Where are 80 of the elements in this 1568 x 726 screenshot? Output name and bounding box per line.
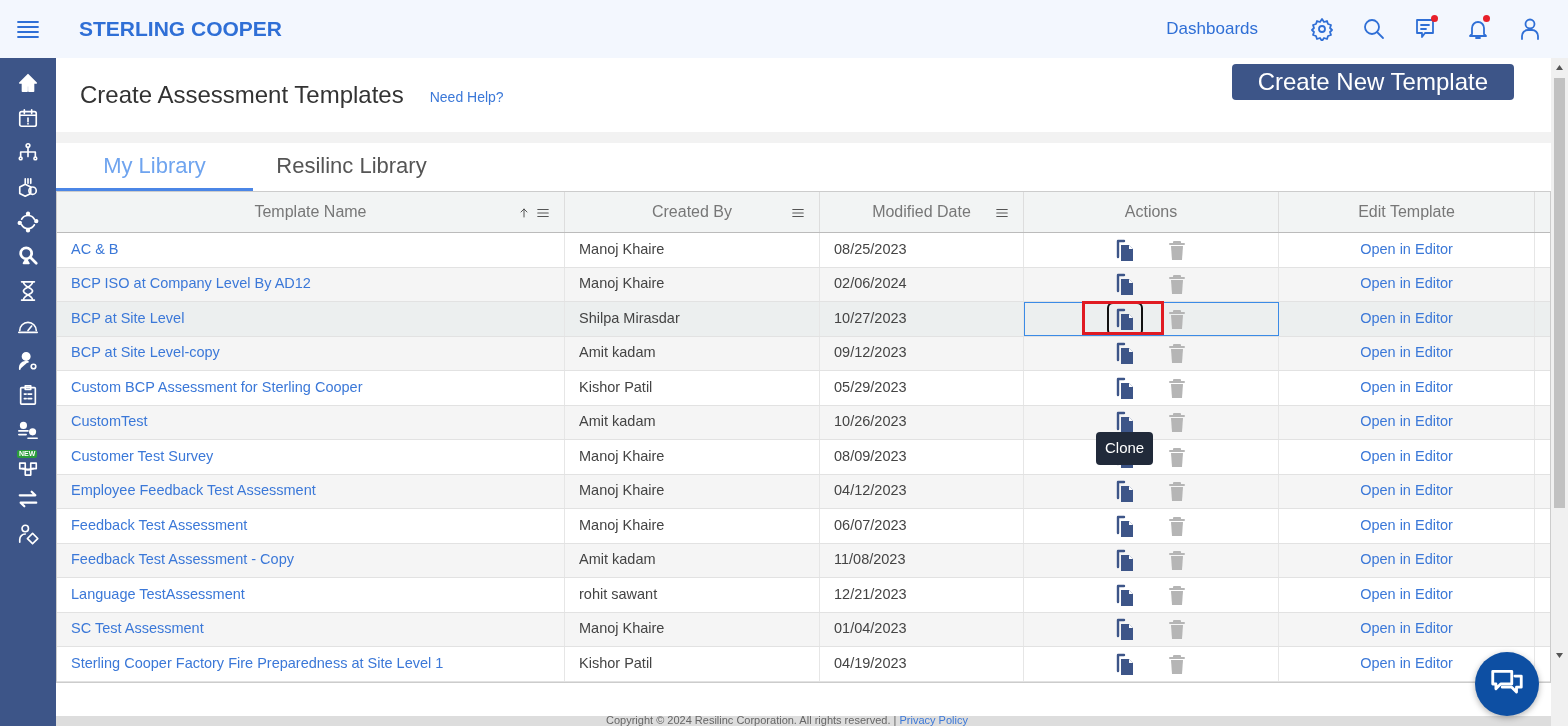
table-cell: Amit kadam [565,405,820,439]
table-cell: 08/09/2023 [820,440,1024,474]
template-link[interactable]: Language TestAssessment [71,583,245,606]
table-row[interactable]: Sterling Cooper Factory Fire Preparedness at Site Level 1 Kishor Patil 04/19/2023 Open in Editor [57,647,1550,682]
template-link[interactable]: SC Test Assessment [71,618,204,641]
tab[interactable]: Resilinc Library [253,143,450,191]
open-editor-link[interactable]: Open in Editor [1360,445,1453,468]
template-link[interactable]: BCP at Site Level [71,307,185,330]
table-row[interactable]: SC Test Assessment Manoj Khaire 01/04/2023 Open in Editor [57,612,1550,647]
table-cell: Kishor Patil [565,647,820,681]
help-link[interactable]: Need Help? [429,86,504,108]
table-row[interactable]: BCP ISO at Company Level By AD12 Manoj Khaire 02/06/2024 Open in Editor [57,267,1550,302]
template-link[interactable]: Customer Test Survey [71,445,214,468]
template-link[interactable]: Feedback Test Assessment [71,514,248,537]
open-editor-link[interactable]: Open in Editor [1360,238,1453,261]
create-template-button[interactable]: Create New Template [1231,64,1514,100]
table-row[interactable]: Employee Feedback Test Assessment Manoj Khaire 04/12/2023 Open in Editor [57,474,1550,509]
table-cell: Manoj Khaire [565,233,820,267]
brand-name: STERLING COOPER [79,16,283,43]
table-row[interactable]: CustomTest Amit kadam 10/26/2023 Open in Editor [57,405,1550,440]
template-link[interactable]: BCP at Site Level-copy [71,342,220,365]
column-header[interactable]: Edit Template [1358,200,1455,224]
table-cell: 05/29/2023 [820,371,1024,405]
column-header[interactable]: Modified Date [872,200,971,224]
column-header[interactable]: Created By [651,200,732,224]
open-editor-link[interactable]: Open in Editor [1360,273,1453,296]
table-row[interactable]: Custom BCP Assessment for Sterling Cooper Kishor Patil 05/29/2023 Open in Editor [57,371,1550,406]
clone-icon[interactable] [1109,303,1141,334]
template-link[interactable]: Employee Feedback Test Assessment [71,480,316,503]
table-cell: Manoj Khaire [565,509,820,543]
open-editor-link[interactable]: Open in Editor [1360,307,1453,330]
table-cell: 01/04/2023 [820,612,1024,646]
table-cell: 02/06/2024 [820,267,1024,301]
table-cell: Shilpa Mirasdar [565,302,820,336]
column-header[interactable]: Template Name [254,200,367,224]
table-cell: Amit kadam [565,336,820,370]
settings-icon[interactable] [1308,15,1336,43]
table-cell: 10/27/2023 [820,302,1024,336]
table-row[interactable]: Feedback Test Assessment Manoj Khaire 06/07/2023 Open in Editor [57,509,1550,544]
table-cell: 04/19/2023 [820,647,1024,681]
table-cell: 04/12/2023 [820,474,1024,508]
column-header[interactable]: Actions [1124,200,1178,224]
table-cell: Manoj Khaire [565,612,820,646]
table-row[interactable]: AC & B Manoj Khaire 08/25/2023 Open in Editor [57,233,1550,268]
table-row[interactable]: Language TestAssessment rohit sawant 12/21/2023 Open in Editor [57,578,1550,613]
table-row[interactable]: Feedback Test Assessment - Copy Amit kadam 11/08/2023 Open in Editor [57,543,1550,578]
open-editor-link[interactable]: Open in Editor [1360,342,1453,365]
dashboards-link[interactable]: Dashboards [1166,16,1258,42]
template-link[interactable]: Sterling Cooper Factory Fire Preparedness at Site Level 1 [71,652,444,675]
table-cell: 10/26/2023 [820,405,1024,439]
table-cell: rohit sawant [565,578,820,612]
table-row[interactable]: BCP at Site Level Shilpa Mirasdar 10/27/2023 Open in Editor [57,302,1550,337]
table-cell: 08/25/2023 [820,233,1024,267]
table-row[interactable]: BCP at Site Level-copy Amit kadam 09/12/2023 Open in Editor [57,336,1550,371]
table-cell: 11/08/2023 [820,543,1024,577]
table-cell: 06/07/2023 [820,509,1024,543]
open-editor-link[interactable]: Open in Editor [1360,514,1453,537]
open-editor-link[interactable]: Open in Editor [1360,376,1453,399]
page-title: Create Assessment Templates [80,80,404,110]
table-cell: 09/12/2023 [820,336,1024,370]
open-editor-link[interactable]: Open in Editor [1360,583,1453,606]
table-cell: Kishor Patil [565,371,820,405]
template-link[interactable]: AC & B [71,238,119,261]
template-link[interactable]: CustomTest [71,411,148,434]
table-cell: Manoj Khaire [565,267,820,301]
tooltip: Clone [1096,432,1154,465]
table-cell: 12/21/2023 [820,578,1024,612]
template-link[interactable]: BCP ISO at Company Level By AD12 [71,273,311,296]
privacy-link[interactable]: Privacy Policy [899,714,968,726]
open-editor-link[interactable]: Open in Editor [1360,652,1453,675]
table-cell: Amit kadam [565,543,820,577]
open-editor-link[interactable]: Open in Editor [1360,549,1453,572]
open-editor-link[interactable]: Open in Editor [1360,411,1453,434]
template-link[interactable]: Custom BCP Assessment for Sterling Cooper [71,376,363,399]
open-editor-link[interactable]: Open in Editor [1360,480,1453,503]
copyright-text: Copyright © 2024 Resilinc Corporation. All rights reserved. | [606,714,898,726]
template-link[interactable]: Feedback Test Assessment - Copy [71,549,294,572]
table-cell: Manoj Khaire [565,440,820,474]
open-editor-link[interactable]: Open in Editor [1360,618,1453,641]
table-cell: Manoj Khaire [565,474,820,508]
